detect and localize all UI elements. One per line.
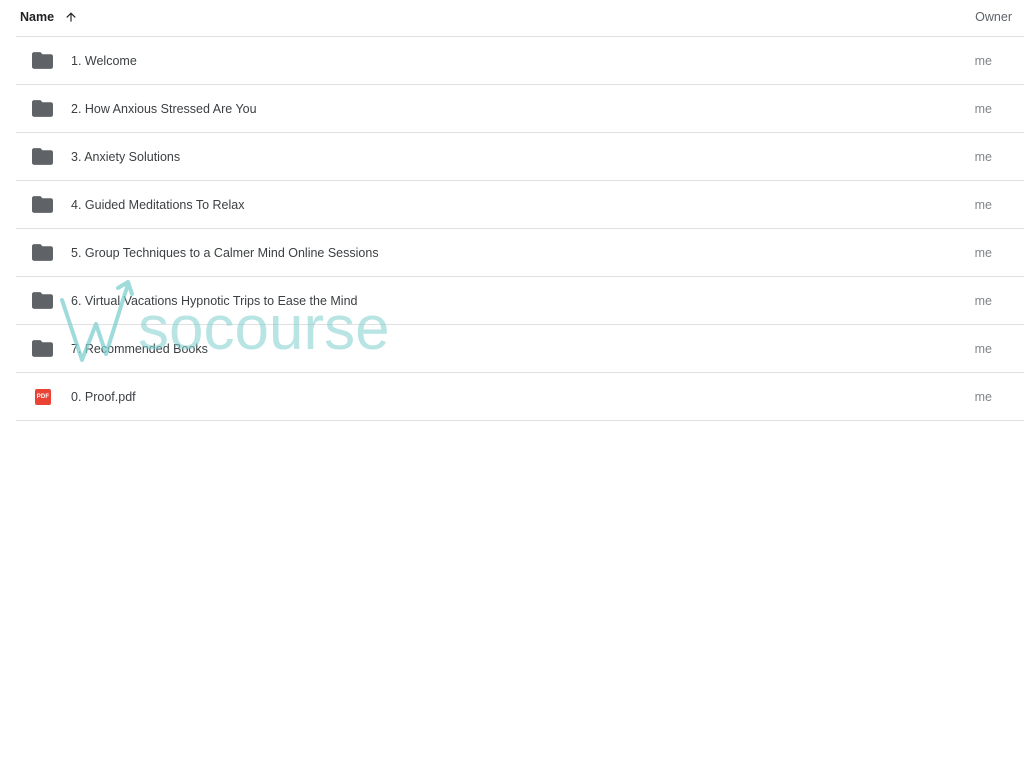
- file-row[interactable]: 6. Virtual Vacations Hypnotic Trips to E…: [16, 277, 1024, 325]
- file-owner: me: [974, 53, 992, 68]
- file-name: 6. Virtual Vacations Hypnotic Trips to E…: [71, 293, 358, 308]
- file-row[interactable]: 3. Anxiety Solutions me: [16, 133, 1024, 181]
- file-row[interactable]: 5. Group Techniques to a Calmer Mind Onl…: [16, 229, 1024, 277]
- file-name: 4. Guided Meditations To Relax: [71, 197, 245, 212]
- file-owner: me: [974, 389, 992, 404]
- file-name: 7. Recommended Books: [71, 341, 208, 356]
- file-name: 5. Group Techniques to a Calmer Mind Onl…: [71, 245, 379, 260]
- folder-icon: [32, 244, 53, 261]
- sort-by-name-button[interactable]: Name: [20, 0, 78, 33]
- file-name: 0. Proof.pdf: [71, 389, 136, 404]
- file-name: 3. Anxiety Solutions: [71, 149, 181, 164]
- name-column-label: Name: [20, 9, 55, 24]
- folder-icon: [32, 148, 53, 165]
- list-header: Name Owner: [16, 0, 1024, 37]
- folder-icon: [32, 292, 53, 309]
- pdf-badge-label: PDF: [36, 394, 50, 400]
- file-owner: me: [974, 149, 992, 164]
- file-owner: me: [974, 245, 992, 260]
- file-name: 1. Welcome: [71, 53, 137, 68]
- file-list: Name Owner 1. Welcome me 2. How Anxious …: [0, 0, 1024, 421]
- file-row[interactable]: 1. Welcome me: [16, 37, 1024, 85]
- file-row[interactable]: 7. Recommended Books me: [16, 325, 1024, 373]
- file-row[interactable]: 2. How Anxious Stressed Are You me: [16, 85, 1024, 133]
- pdf-icon: PDF: [35, 389, 51, 405]
- file-name: 2. How Anxious Stressed Are You: [71, 101, 257, 116]
- file-row[interactable]: 4. Guided Meditations To Relax me: [16, 181, 1024, 229]
- folder-icon: [32, 196, 53, 213]
- file-row[interactable]: PDF 0. Proof.pdf me: [16, 373, 1024, 421]
- owner-column-label[interactable]: Owner: [975, 0, 1012, 33]
- folder-icon: [32, 340, 53, 357]
- file-owner: me: [974, 101, 992, 116]
- file-owner: me: [974, 293, 992, 308]
- arrow-up-icon: [66, 11, 76, 22]
- folder-icon: [32, 100, 53, 117]
- file-owner: me: [974, 341, 992, 356]
- file-owner: me: [974, 197, 992, 212]
- folder-icon: [32, 52, 53, 69]
